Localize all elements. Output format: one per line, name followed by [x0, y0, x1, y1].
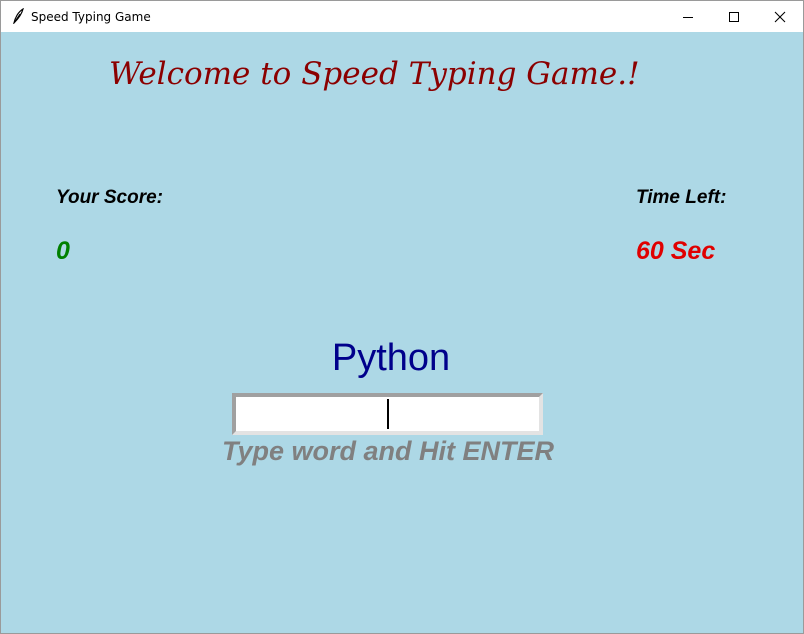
time-left-label: Time Left:	[636, 187, 727, 208]
instruction-label: Type word and Hit ENTER	[221, 436, 554, 466]
title-bar[interactable]: Speed Typing Game	[1, 1, 803, 32]
time-left-value: 60 Sec	[636, 237, 716, 265]
minimize-button[interactable]	[665, 1, 711, 32]
feather-icon	[11, 7, 25, 25]
window-title: Speed Typing Game	[31, 10, 151, 24]
close-icon	[774, 11, 786, 23]
text-cursor	[387, 399, 389, 429]
welcome-heading: Welcome to Speed Typing Game.!	[109, 56, 640, 92]
maximize-icon	[729, 12, 739, 22]
score-value: 0	[56, 237, 70, 265]
close-button[interactable]	[757, 1, 803, 32]
app-window: Speed Typing Game Welcome to Speed Typin…	[0, 0, 804, 634]
minimize-icon	[683, 17, 693, 18]
score-label: Your Score:	[56, 187, 163, 208]
current-word: Python	[331, 337, 451, 379]
maximize-button[interactable]	[711, 1, 757, 32]
game-area: Welcome to Speed Typing Game.! Your Scor…	[1, 32, 803, 633]
